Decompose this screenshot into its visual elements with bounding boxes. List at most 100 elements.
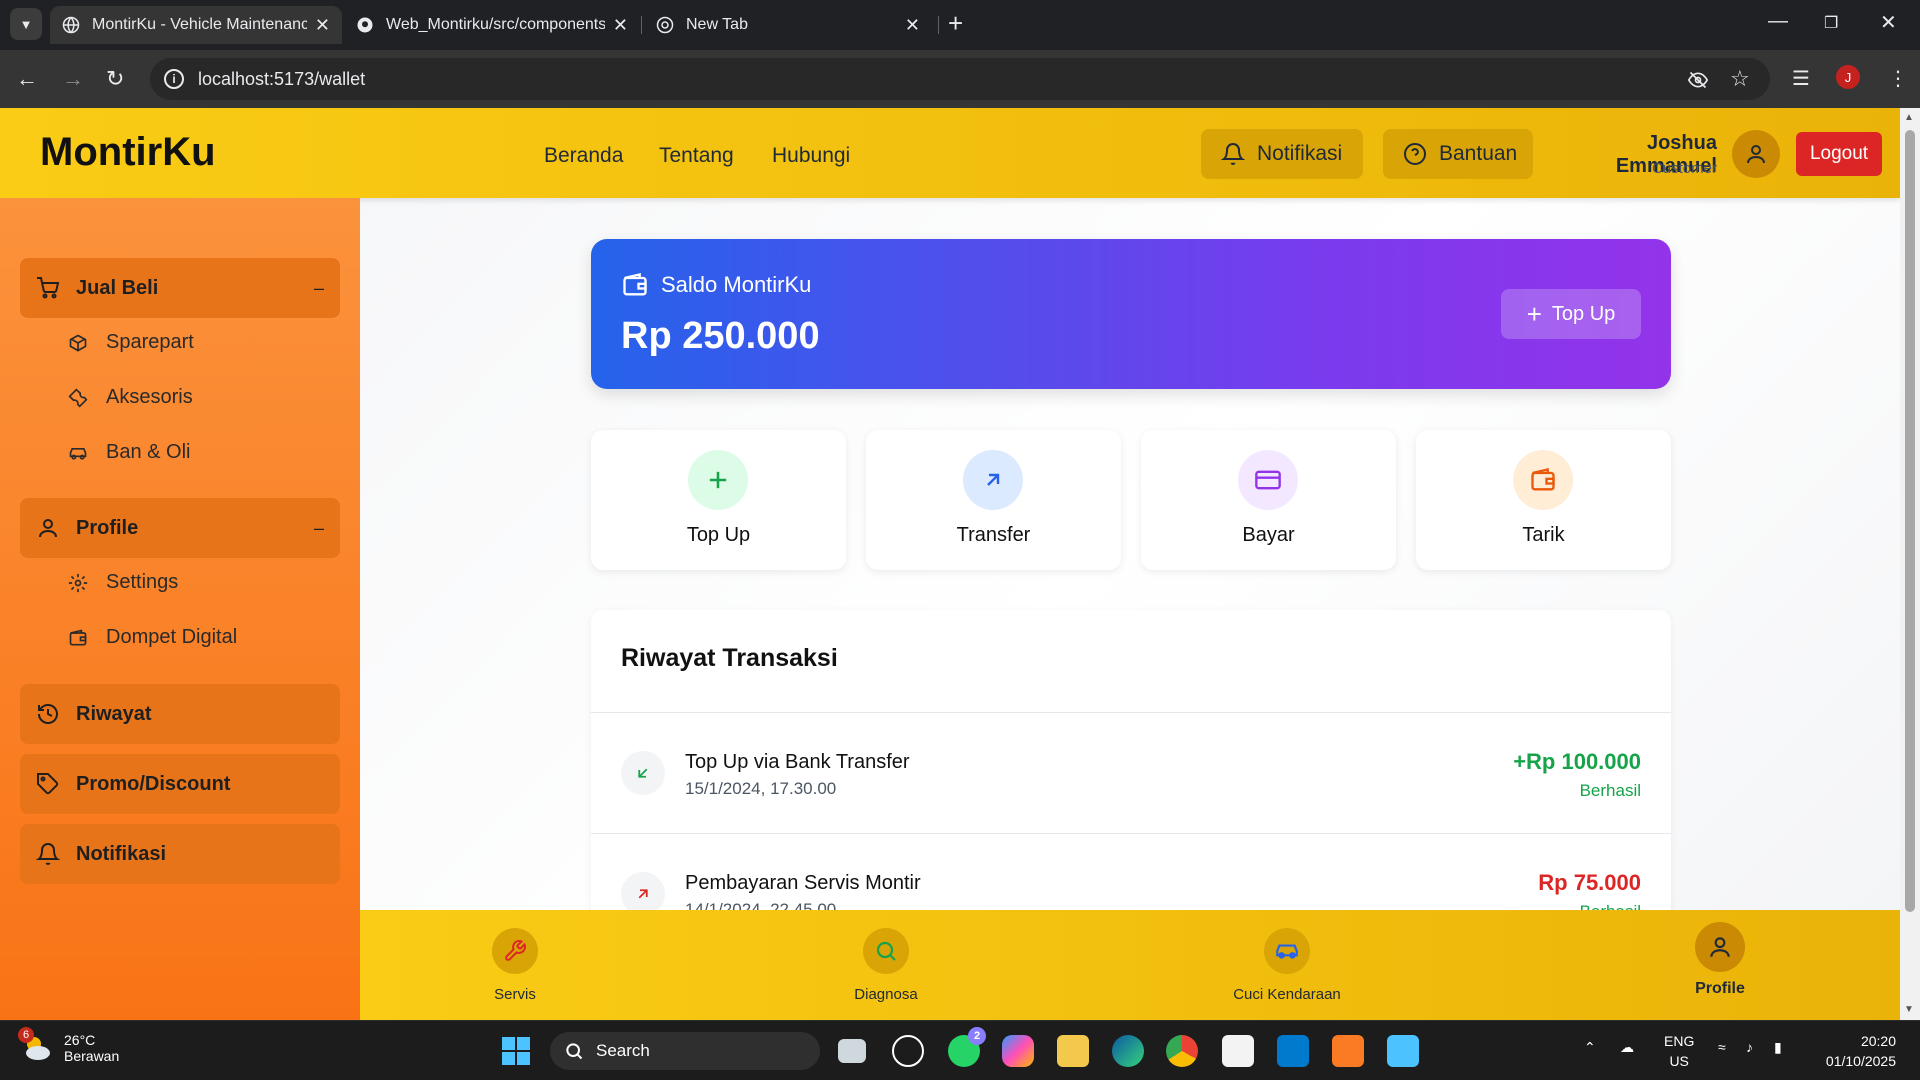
bottom-nav-servis[interactable]: Servis bbox=[435, 928, 595, 1003]
sidebar-group-label: Jual Beli bbox=[76, 276, 159, 299]
clock-date: 01/10/2025 bbox=[1825, 1053, 1896, 1069]
task-view-icon[interactable] bbox=[838, 1039, 866, 1063]
sidebar-item-ban-oli[interactable]: Ban & Oli bbox=[68, 441, 190, 464]
close-tab-icon[interactable]: ✕ bbox=[905, 15, 920, 36]
sidebar-item-dompet-digital[interactable]: Dompet Digital bbox=[68, 626, 237, 649]
sidebar-item-label: Ban & Oli bbox=[106, 441, 191, 463]
action-transfer[interactable]: Transfer bbox=[866, 430, 1121, 570]
wifi-icon[interactable]: ≈ bbox=[1718, 1039, 1726, 1055]
wrench-icon bbox=[68, 388, 88, 408]
browser-tab-montirku[interactable]: MontirKu - Vehicle Maintenance ✕ bbox=[50, 6, 342, 44]
onedrive-icon[interactable]: ☁ bbox=[1620, 1039, 1634, 1056]
collapse-icon[interactable]: – bbox=[314, 518, 324, 539]
scroll-up-icon[interactable]: ▲ bbox=[1904, 112, 1914, 123]
browser-profile-avatar[interactable]: J bbox=[1836, 65, 1860, 89]
transaction-row[interactable]: Top Up via Bank Transfer 15/1/2024, 17.3… bbox=[591, 713, 1671, 833]
sidebar-group-label: Profile bbox=[76, 516, 139, 539]
chatgpt-icon[interactable] bbox=[892, 1035, 924, 1067]
site-info-icon[interactable]: i bbox=[164, 69, 184, 89]
weather-temp: 26°C bbox=[64, 1032, 96, 1048]
weather-badge: 6 bbox=[18, 1027, 34, 1043]
transaction-date: 15/1/2024, 17.30.00 bbox=[685, 779, 837, 798]
copilot-icon[interactable] bbox=[1002, 1035, 1034, 1067]
search-label: Search bbox=[596, 1041, 650, 1060]
top-up-button[interactable]: + Top Up bbox=[1501, 289, 1641, 339]
search-icon bbox=[863, 928, 909, 974]
sidebar-group-notifikasi[interactable]: Notifikasi bbox=[20, 824, 340, 884]
action-top-up[interactable]: Top Up bbox=[591, 430, 846, 570]
media-control-icon[interactable]: ☰ bbox=[1792, 66, 1810, 91]
address-bar[interactable]: i localhost:5173/wallet bbox=[150, 58, 1770, 100]
minimize-icon[interactable]: — bbox=[1768, 10, 1788, 33]
bookmark-star-icon[interactable]: ☆ bbox=[1730, 66, 1750, 92]
logout-button[interactable]: Logout bbox=[1796, 132, 1882, 176]
action-bayar[interactable]: Bayar bbox=[1141, 430, 1396, 570]
notifications-button[interactable]: Notifikasi bbox=[1201, 129, 1363, 179]
edge-icon[interactable] bbox=[1112, 1035, 1144, 1067]
nav-link-tentang[interactable]: Tentang bbox=[659, 144, 734, 168]
language-indicator[interactable]: ENG US bbox=[1664, 1031, 1694, 1071]
bottom-nav-profile[interactable]: Profile bbox=[1640, 922, 1800, 998]
eye-off-icon[interactable] bbox=[1687, 70, 1709, 96]
clock[interactable]: 20:20 01/10/2025 bbox=[1812, 1031, 1896, 1071]
sidebar: Jual Beli – Sparepart Aksesoris Ban & Ol… bbox=[0, 198, 360, 1020]
arrow-down-left-icon bbox=[621, 751, 665, 795]
collapse-icon[interactable]: – bbox=[314, 278, 324, 299]
tab-search-button[interactable]: ▼ bbox=[10, 8, 42, 40]
sidebar-group-jual-beli[interactable]: Jual Beli – bbox=[20, 258, 340, 318]
close-tab-icon[interactable]: ✕ bbox=[315, 15, 330, 36]
file-explorer-icon[interactable] bbox=[1057, 1035, 1089, 1067]
new-tab-button[interactable]: + bbox=[948, 8, 963, 39]
user-avatar[interactable] bbox=[1732, 130, 1780, 178]
nav-link-hubungi[interactable]: Hubungi bbox=[772, 144, 850, 168]
app-logo[interactable]: MontirKu bbox=[40, 130, 216, 175]
nav-link-beranda[interactable]: Beranda bbox=[544, 144, 623, 168]
taskbar-search[interactable]: Search bbox=[550, 1032, 820, 1070]
sidebar-item-settings[interactable]: Settings bbox=[68, 571, 178, 594]
wrench-icon bbox=[492, 928, 538, 974]
weather-widget[interactable]: 6 26°C Berawan bbox=[18, 1027, 119, 1065]
browser-tab-new[interactable]: New Tab ✕ bbox=[644, 6, 932, 44]
chrome-icon[interactable] bbox=[1166, 1035, 1198, 1067]
sidebar-group-profile[interactable]: Profile – bbox=[20, 498, 340, 558]
app-header: MontirKu Beranda Tentang Hubungi Notifik… bbox=[0, 108, 1900, 198]
close-tab-icon[interactable]: ✕ bbox=[613, 15, 628, 36]
bottom-nav-cuci-kendaraan[interactable]: Cuci Kendaraan bbox=[1207, 928, 1367, 1003]
cloud-icon: 6 bbox=[18, 1027, 54, 1065]
close-window-icon[interactable]: ✕ bbox=[1880, 10, 1897, 35]
reload-icon[interactable]: ↻ bbox=[106, 66, 124, 92]
volume-icon[interactable]: ♪ bbox=[1746, 1039, 1753, 1055]
sidebar-group-label: Riwayat bbox=[76, 702, 152, 725]
vscode-icon[interactable] bbox=[1277, 1035, 1309, 1067]
whatsapp-icon[interactable]: 2 bbox=[948, 1027, 986, 1067]
windows-start-icon[interactable] bbox=[500, 1035, 532, 1067]
restore-icon[interactable]: ❐ bbox=[1824, 13, 1838, 33]
bottom-nav-diagnosa[interactable]: Diagnosa bbox=[806, 928, 966, 1003]
sidebar-group-promo[interactable]: Promo/Discount bbox=[20, 754, 340, 814]
sidebar-item-sparepart[interactable]: Sparepart bbox=[68, 331, 194, 354]
action-tarik[interactable]: Tarik bbox=[1416, 430, 1671, 570]
bottom-nav-label: Servis bbox=[494, 986, 536, 1003]
clock-time: 20:20 bbox=[1860, 1033, 1896, 1049]
globe-icon bbox=[62, 16, 80, 34]
battery-icon[interactable]: ▮ bbox=[1774, 1039, 1782, 1056]
scrollbar-thumb[interactable] bbox=[1905, 130, 1915, 912]
browser-tab-github[interactable]: Web_Montirku/src/components ✕ bbox=[344, 6, 640, 44]
menu-dots-icon[interactable]: ⋮ bbox=[1888, 66, 1908, 91]
cart-icon bbox=[36, 276, 60, 300]
transaction-name: Top Up via Bank Transfer bbox=[685, 751, 910, 773]
bottom-nav-label: Profile bbox=[1695, 980, 1745, 997]
forward-icon[interactable]: → bbox=[62, 66, 84, 92]
action-label: Bayar bbox=[1242, 524, 1295, 546]
page-scrollbar[interactable]: ▲ ▼ bbox=[1900, 108, 1920, 1020]
card-icon bbox=[1238, 450, 1298, 510]
notepad-icon[interactable] bbox=[1387, 1035, 1419, 1067]
sidebar-group-riwayat[interactable]: Riwayat bbox=[20, 684, 340, 744]
ms-store-icon[interactable] bbox=[1222, 1035, 1254, 1067]
sidebar-item-aksesoris[interactable]: Aksesoris bbox=[68, 386, 193, 409]
chevron-up-icon[interactable]: ⌃ bbox=[1584, 1039, 1596, 1056]
xampp-icon[interactable] bbox=[1332, 1035, 1364, 1067]
scroll-down-icon[interactable]: ▼ bbox=[1904, 1004, 1914, 1015]
back-icon[interactable]: ← bbox=[16, 66, 38, 92]
help-button[interactable]: Bantuan bbox=[1383, 129, 1533, 179]
